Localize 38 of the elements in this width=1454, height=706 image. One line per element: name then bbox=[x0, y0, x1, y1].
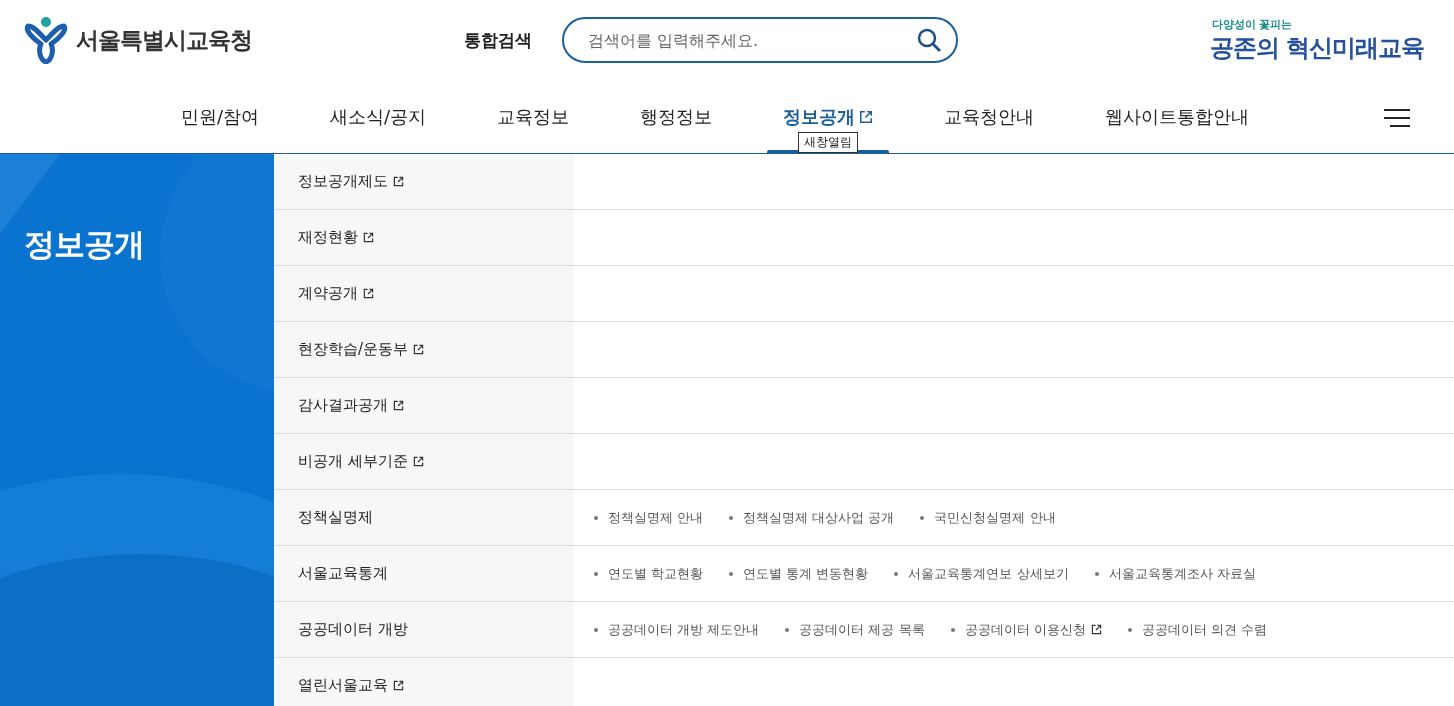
submenu-link[interactable]: 연도별 통계 변동현황 bbox=[729, 564, 869, 583]
slogan-title: 공존의 혁신미래교육 bbox=[1209, 32, 1424, 64]
submenu-link[interactable]: 공공데이터 개방 제도안내 bbox=[594, 620, 760, 639]
menu-item[interactable]: 공공데이터 개방 bbox=[298, 620, 408, 639]
submenu-link[interactable]: 공공데이터 제공 목록 bbox=[785, 620, 925, 639]
menu-item[interactable]: 정책실명제 bbox=[298, 508, 373, 527]
submenu-link[interactable]: 서울교육통계연보 상세보기 bbox=[894, 564, 1069, 583]
nav-tab[interactable]: 새소식/공지 bbox=[314, 80, 443, 153]
search-icon[interactable] bbox=[916, 27, 942, 53]
logo-text: 서울특별시교육청 bbox=[76, 25, 252, 55]
nav-tab[interactable]: 교육정보 bbox=[481, 80, 586, 153]
submenu-link[interactable]: 서울교육통계조사 자료실 bbox=[1094, 564, 1256, 583]
section-title: 정보공개 bbox=[24, 225, 144, 264]
menu-item[interactable]: 정보공개제도 bbox=[298, 172, 404, 191]
menu-item[interactable]: 감사결과공개 bbox=[298, 396, 404, 415]
tooltip: 새창열림 bbox=[798, 132, 859, 153]
search-label: 통합검색 bbox=[464, 28, 532, 52]
submenu-link[interactable]: 정책실명제 대상사업 공개 bbox=[729, 508, 895, 527]
slogan-subtitle: 다양성이 꽃피는 bbox=[1211, 16, 1293, 32]
nav-tab[interactable]: 웹사이트통합안내 bbox=[1089, 80, 1266, 153]
submenu-link[interactable]: 공공데이터 이용신청 bbox=[950, 620, 1102, 639]
menu-item[interactable]: 비공개 세부기준 bbox=[298, 452, 424, 471]
nav-tab[interactable]: 민원/참여 bbox=[165, 80, 276, 153]
menu-item[interactable]: 재정현황 bbox=[298, 228, 374, 247]
submenu-link[interactable]: 연도별 학교현황 bbox=[594, 564, 704, 583]
search-field[interactable]: 검색어를 입력해주세요. bbox=[562, 17, 958, 63]
nav-tab[interactable]: 정보공개 새창열림 bbox=[767, 80, 890, 153]
submenu-link[interactable]: 국민신청실명제 안내 bbox=[920, 508, 1056, 527]
menu-icon[interactable] bbox=[1384, 108, 1410, 128]
nav-tab[interactable]: 교육청안내 bbox=[928, 80, 1051, 153]
logo-icon bbox=[24, 16, 68, 64]
submenu-link[interactable]: 정책실명제 안내 bbox=[594, 508, 704, 527]
nav-tab[interactable]: 행정정보 bbox=[624, 80, 729, 153]
menu-item[interactable]: 현장학습/운동부 bbox=[298, 340, 425, 359]
menu-item[interactable]: 열린서울교육 bbox=[298, 676, 404, 695]
menu-item[interactable]: 서울교육통계 bbox=[298, 564, 388, 583]
menu-item[interactable]: 계약공개 bbox=[298, 284, 374, 303]
submenu-link[interactable]: 공공데이터 의견 수렴 bbox=[1127, 620, 1267, 639]
